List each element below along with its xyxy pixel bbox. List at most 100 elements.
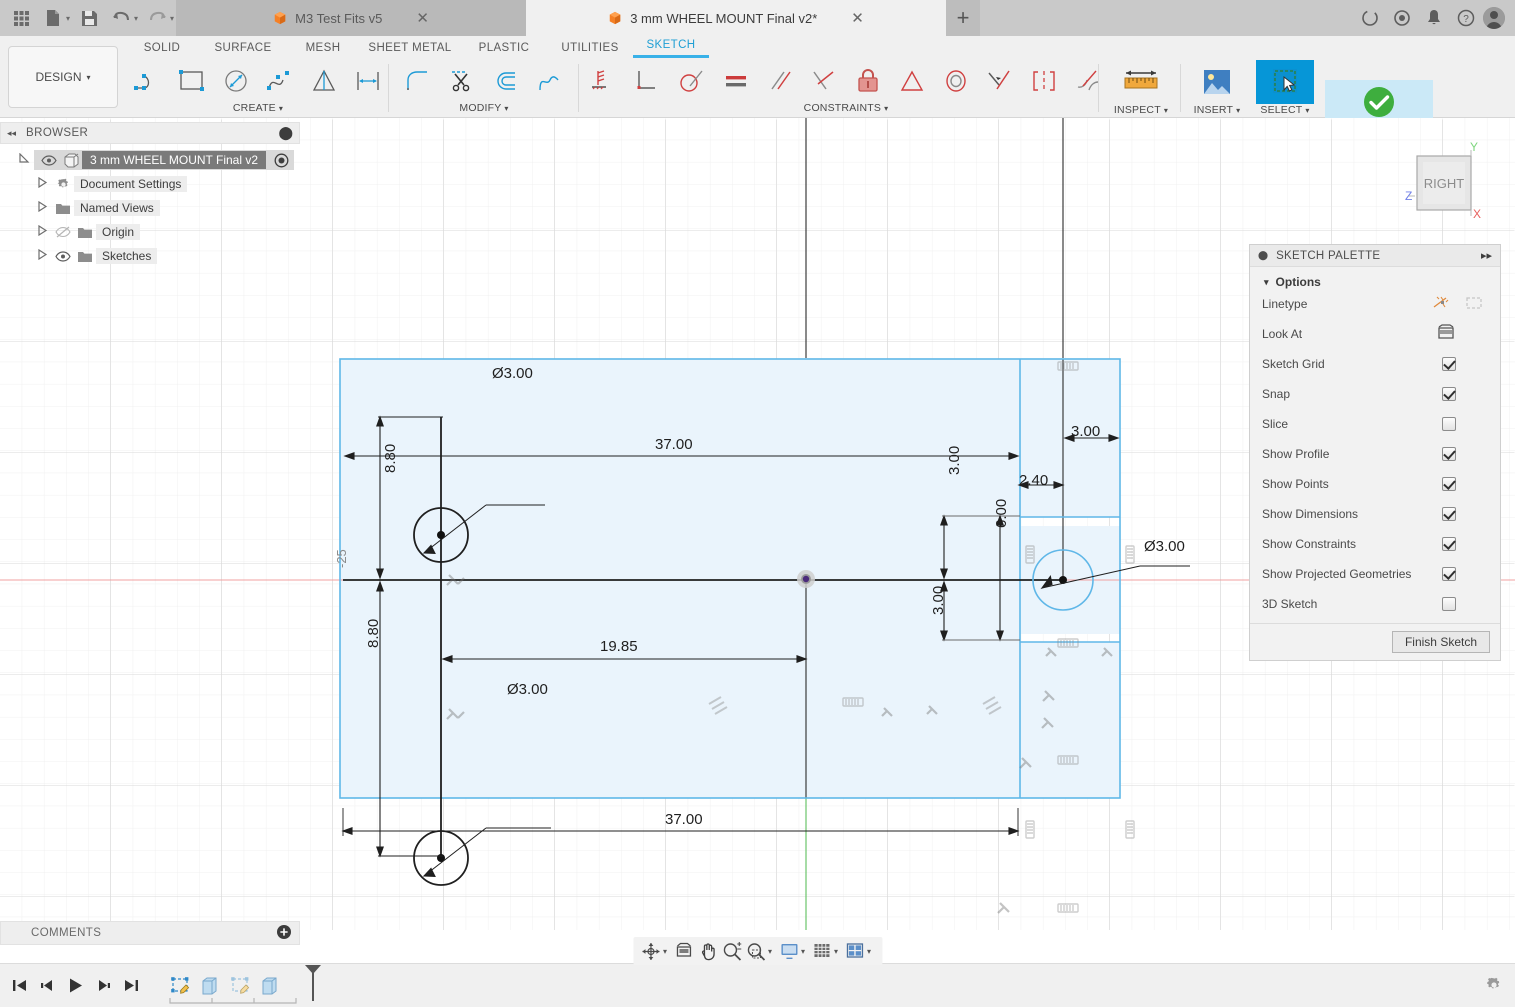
line-icon[interactable] [126, 60, 170, 102]
job-status-icon[interactable] [1355, 3, 1385, 33]
browser-root-node[interactable]: 3 mm WHEEL MOUNT Final v2 [0, 148, 300, 172]
measure-ruler-icon[interactable] [1112, 60, 1170, 104]
horizontal-vertical-icon[interactable] [626, 60, 670, 102]
ribbon-tab-sketch[interactable]: SKETCH [633, 39, 709, 58]
visibility-eye-icon[interactable] [52, 251, 74, 262]
browser-collapse-icon[interactable]: ⬤ [278, 125, 293, 141]
file-icon[interactable] [38, 3, 68, 33]
browser-item-origin[interactable]: Origin [0, 220, 300, 244]
sketch-origin-point[interactable] [797, 570, 815, 588]
look-at-icon[interactable] [672, 939, 696, 963]
insert-image-icon[interactable] [1188, 60, 1246, 104]
undo-caret-icon[interactable]: ▾ [134, 14, 138, 23]
zoom-caret-icon[interactable]: ▾ [768, 947, 772, 956]
symmetry-icon[interactable] [890, 60, 934, 102]
select-window-icon[interactable] [1256, 60, 1314, 104]
ribbon-tab-solid[interactable]: SOLID [125, 42, 199, 58]
tab-close-icon[interactable]: ✕ [416, 11, 429, 26]
three-d-sketch-checkbox[interactable] [1442, 597, 1456, 611]
offset-icon[interactable] [484, 60, 528, 102]
look-at-icon[interactable] [1436, 324, 1456, 345]
notifications-bell-icon[interactable] [1419, 3, 1449, 33]
save-icon[interactable] [74, 3, 104, 33]
sketch-grid-checkbox[interactable] [1442, 357, 1456, 371]
curvature-icon[interactable] [1066, 60, 1110, 102]
step-back-icon[interactable] [34, 971, 60, 1001]
construction-linetype-icon[interactable] [1432, 294, 1452, 315]
rectangle-icon[interactable] [170, 60, 214, 102]
zoom-window-icon[interactable] [744, 939, 768, 963]
expand-arrow-icon[interactable] [32, 201, 52, 215]
spline-icon[interactable] [258, 60, 302, 102]
play-icon[interactable] [62, 971, 88, 1001]
grid-snaps-icon[interactable] [810, 939, 834, 963]
tangent-icon[interactable] [670, 60, 714, 102]
expand-arrow-icon[interactable] [32, 249, 52, 263]
file-caret-icon[interactable]: ▾ [66, 14, 70, 23]
parallel-icon[interactable] [758, 60, 802, 102]
fix-unfix-icon[interactable] [582, 60, 626, 102]
document-tab-active[interactable]: 3 mm WHEEL MOUNT Final v2* ✕ [526, 0, 946, 36]
display-settings-icon[interactable] [777, 939, 801, 963]
zoom-icon[interactable] [720, 939, 744, 963]
browser-pin-icon[interactable]: ◂◂ [7, 128, 16, 139]
ribbon-group-select-label[interactable]: SELECT▾ [1256, 104, 1314, 116]
ribbon-group-constraints-label[interactable]: CONSTRAINTS▾ [582, 102, 1110, 114]
ribbon-group-insert-label[interactable]: INSERT▾ [1188, 104, 1246, 116]
comments-add-icon[interactable] [277, 925, 291, 942]
centerline-linetype-icon[interactable] [1464, 294, 1484, 315]
visibility-eye-icon[interactable] [38, 155, 60, 166]
account-avatar[interactable] [1483, 7, 1505, 29]
redo-icon[interactable] [142, 3, 172, 33]
finish-sketch-button[interactable]: Finish Sketch [1392, 631, 1490, 653]
new-tab-button[interactable]: + [946, 0, 980, 36]
go-to-start-icon[interactable] [6, 971, 32, 1001]
comments-panel[interactable]: COMMENTS [0, 921, 300, 945]
orbit-caret-icon[interactable]: ▾ [663, 947, 667, 956]
step-forward-icon[interactable] [90, 971, 116, 1001]
viewports-caret-icon[interactable]: ▾ [867, 947, 871, 956]
slice-checkbox[interactable] [1442, 417, 1456, 431]
snap-checkbox[interactable] [1442, 387, 1456, 401]
palette-collapse-icon[interactable]: ⬤ [1258, 250, 1268, 261]
ribbon-tab-sheet-metal[interactable]: SHEET METAL [359, 42, 461, 58]
recent-icon[interactable] [1387, 3, 1417, 33]
pan-hand-icon[interactable] [696, 939, 720, 963]
undo-icon[interactable] [106, 3, 136, 33]
redo-caret-icon[interactable]: ▾ [170, 14, 174, 23]
browser-item-document-settings[interactable]: Document Settings [0, 172, 300, 196]
ribbon-tab-utilities[interactable]: UTILITIES [547, 42, 633, 58]
show-constraints-checkbox[interactable] [1442, 537, 1456, 551]
palette-section-header[interactable]: ▾ Options [1250, 275, 1500, 289]
ribbon-tab-surface[interactable]: SURFACE [199, 42, 287, 58]
timeline-marker[interactable] [302, 963, 324, 1006]
show-points-checkbox[interactable] [1442, 477, 1456, 491]
expand-arrow-icon[interactable] [32, 177, 52, 191]
orbit-icon[interactable] [639, 939, 663, 963]
fillet-icon[interactable] [396, 60, 440, 102]
show-projected-geometries-checkbox[interactable] [1442, 567, 1456, 581]
show-dimensions-checkbox[interactable] [1442, 507, 1456, 521]
ribbon-group-create-label[interactable]: CREATE▾ [126, 102, 390, 114]
ribbon-tab-mesh[interactable]: MESH [287, 42, 359, 58]
circle-icon[interactable] [214, 60, 258, 102]
palette-expand-icon[interactable]: ▸▸ [1481, 249, 1492, 262]
activate-component-icon[interactable] [272, 151, 290, 169]
document-tab-inactive[interactable]: M3 Test Fits v5 ✕ [176, 0, 526, 36]
collinear-icon[interactable] [978, 60, 1022, 102]
expand-arrow-icon[interactable] [14, 153, 34, 167]
visibility-hidden-eye-icon[interactable] [52, 226, 74, 238]
help-icon[interactable]: ? [1451, 3, 1481, 33]
grid-caret-icon[interactable]: ▾ [834, 947, 838, 956]
ribbon-group-inspect-label[interactable]: INSPECT▾ [1112, 104, 1170, 116]
equal-icon[interactable] [714, 60, 758, 102]
perpendicular-icon[interactable] [802, 60, 846, 102]
expand-arrow-icon[interactable] [32, 225, 52, 239]
tab-close-icon[interactable]: ✕ [851, 11, 864, 26]
curvature-comb-icon[interactable] [528, 60, 572, 102]
viewports-icon[interactable] [843, 939, 867, 963]
midpoint-icon[interactable] [1022, 60, 1066, 102]
browser-item-named-views[interactable]: Named Views [0, 196, 300, 220]
timeline-settings-gear-icon[interactable] [1485, 976, 1503, 997]
trim-icon[interactable] [440, 60, 484, 102]
